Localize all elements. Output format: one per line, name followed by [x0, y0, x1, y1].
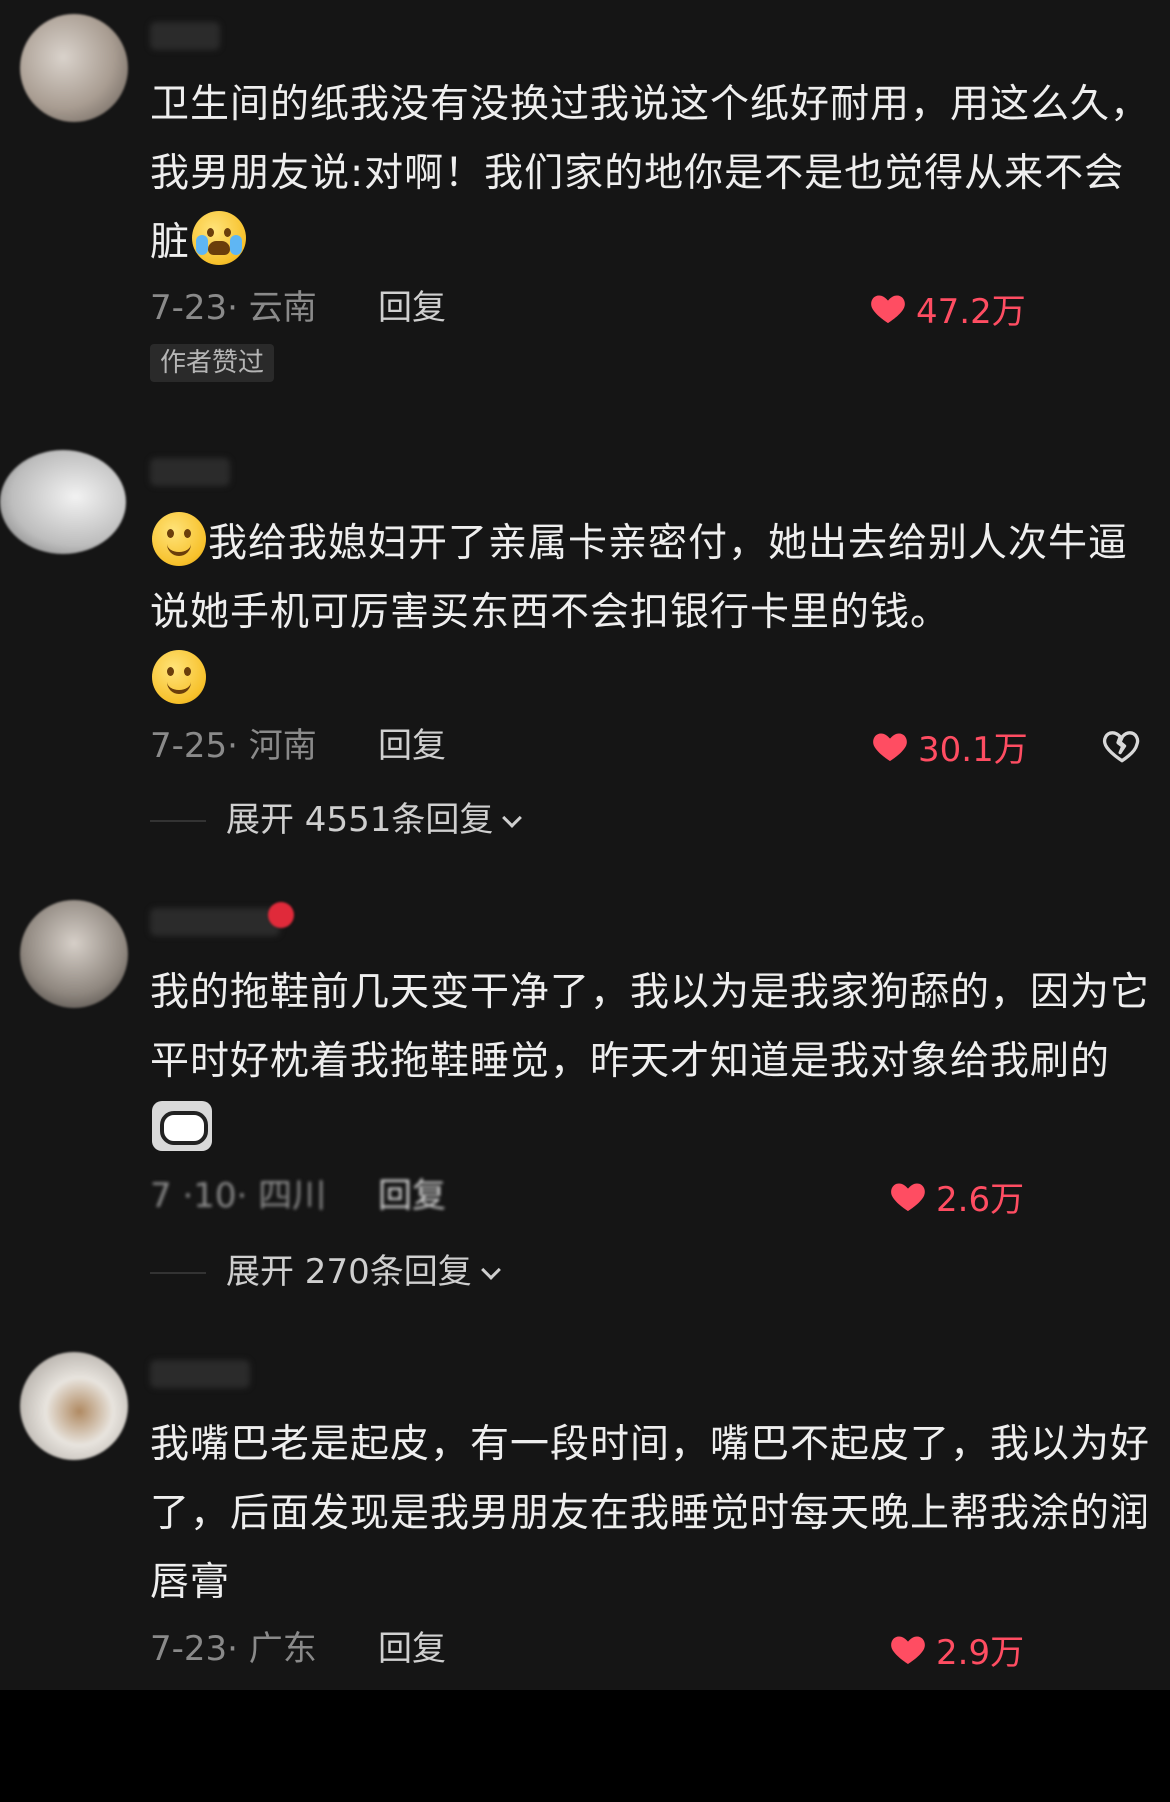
- expand-divider: [150, 1272, 206, 1274]
- smile-emoji-icon: [152, 650, 206, 704]
- username-blurred[interactable]: [150, 22, 220, 50]
- comment-text-content: 卫生间的纸我没有没换过我说这个纸好耐用，用这么久，我男朋友说:对啊！我们家的地你…: [150, 82, 1151, 265]
- chevron-down-icon: [502, 808, 523, 828]
- comment-text-content: 我的拖鞋前几天变干净了，我以为是我家狗舔的，因为它平时好枕着我拖鞋睡觉，昨天才知…: [150, 970, 1151, 1084]
- expand-replies-label: 展开 270条回复: [226, 1252, 472, 1292]
- heart-icon: [870, 726, 910, 766]
- avatar[interactable]: [20, 1352, 128, 1460]
- comment-text: 我嘴巴老是起皮，有一段时间，嘴巴不起皮了，我以为好了，后面发现是我男朋友在我睡觉…: [150, 1410, 1150, 1617]
- heart-icon: [888, 1629, 928, 1669]
- comment-list: 卫生间的纸我没有没换过我说这个纸好耐用，用这么久，我男朋友说:对啊！我们家的地你…: [0, 0, 1170, 1690]
- comment-date-location: 7-25· 河南: [150, 726, 317, 766]
- reply-button[interactable]: 回复: [378, 721, 446, 771]
- comment-text: 我的拖鞋前几天变干净了，我以为是我家狗舔的，因为它平时好枕着我拖鞋睡觉，昨天才知…: [150, 958, 1150, 1165]
- reply-button[interactable]: 回复: [378, 1171, 446, 1221]
- like-button[interactable]: 30.1万: [870, 721, 1028, 771]
- username-blurred[interactable]: [150, 908, 280, 936]
- heart-icon: [888, 1176, 928, 1216]
- expand-divider: [150, 820, 206, 822]
- bottom-bar: [0, 1690, 1170, 1802]
- author-liked-badge: 作者赞过: [150, 344, 275, 382]
- reply-button[interactable]: 回复: [378, 283, 446, 333]
- reply-button[interactable]: 回复: [378, 1624, 446, 1674]
- comment-date-location: 7-23· 云南: [150, 288, 317, 328]
- comment-date-location: 7-23· 广东: [150, 1629, 317, 1669]
- chevron-down-icon: [480, 1260, 501, 1280]
- avatar[interactable]: [20, 900, 128, 1008]
- grimace-emoji-icon: [152, 1101, 212, 1151]
- like-count: 47.2万: [916, 291, 1026, 332]
- comment-text-content: 我嘴巴老是起皮，有一段时间，嘴巴不起皮了，我以为好了，后面发现是我男朋友在我睡觉…: [150, 1422, 1151, 1605]
- username-blurred[interactable]: [150, 1360, 250, 1388]
- expand-replies-label: 展开 4551条回复: [226, 800, 494, 840]
- comment-text: 我给我媳妇开了亲属卡亲密付，她出去给别人次牛逼说她手机可厉害买东西不会扣银行卡里…: [150, 509, 1150, 716]
- crying-emoji-icon: [192, 211, 247, 265]
- avatar[interactable]: [0, 450, 126, 554]
- like-count: 30.1万: [918, 729, 1028, 770]
- expand-replies-button[interactable]: 展开 270条回复: [226, 1247, 501, 1297]
- like-button[interactable]: 2.6万: [888, 1171, 1024, 1221]
- heart-icon: [868, 288, 908, 328]
- comment-date-location: 7 ·10· 四川: [150, 1176, 327, 1216]
- comment-text-content: 我给我媳妇开了亲属卡亲密付，她出去给别人次牛逼说她手机可厉害买东西不会扣银行卡里…: [150, 521, 1129, 635]
- avatar[interactable]: [20, 14, 128, 122]
- comment-text: 卫生间的纸我没有没换过我说这个纸好耐用，用这么久，我男朋友说:对啊！我们家的地你…: [150, 70, 1150, 277]
- like-count: 2.6万: [936, 1179, 1025, 1220]
- broken-heart-icon: [1102, 731, 1140, 763]
- like-count: 2.9万: [936, 1632, 1025, 1673]
- smile-emoji-icon: [152, 512, 206, 566]
- expand-replies-button[interactable]: 展开 4551条回复: [226, 795, 523, 845]
- dislike-button[interactable]: [1100, 724, 1144, 768]
- like-button[interactable]: 47.2万: [868, 283, 1026, 333]
- username-blurred[interactable]: [150, 458, 230, 486]
- like-button[interactable]: 2.9万: [888, 1624, 1024, 1674]
- badge-dot: [268, 902, 294, 928]
